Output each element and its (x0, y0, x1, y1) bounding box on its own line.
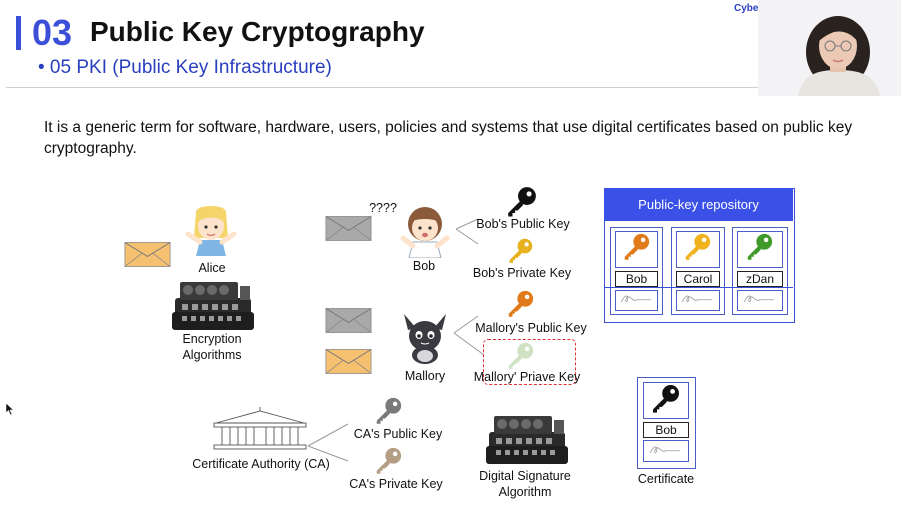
repository-name-carol: Carol (676, 271, 720, 287)
repository-signature-carol (680, 293, 714, 305)
certificate-signature (648, 444, 682, 456)
mallory-label: Mallory (404, 369, 446, 383)
mallory-envelope-orange (325, 349, 372, 374)
ca-private-key-label: CA's Private Key (349, 477, 443, 491)
bob-avatar (400, 207, 450, 258)
bob-private-key-label: Bob's Private Key (472, 266, 572, 280)
question-marks: ???? (369, 201, 397, 215)
alice-label: Alice (198, 261, 226, 275)
encryption-label-line2: Algorithms (182, 347, 242, 362)
ca-public-key-icon (373, 396, 403, 426)
bob-public-key-label: Bob's Public Key (476, 217, 570, 231)
repository-key-icon-carol (682, 232, 712, 262)
bob-private-key-icon (506, 237, 534, 265)
certificate-label: Certificate (637, 472, 695, 486)
certificate-authority-label: Certificate Authority (CA) (192, 457, 330, 471)
certificate-authority-building (213, 407, 307, 450)
mallory-public-key-label: Mallory's Public Key (475, 321, 587, 335)
alice-envelope (124, 242, 171, 267)
mallory-private-key-icon (505, 341, 535, 371)
mallory-private-key-label: Mallory' Priave Key (473, 370, 581, 384)
encryption-machine (170, 276, 256, 334)
bob-envelope (325, 216, 372, 241)
repository-separator (604, 287, 793, 288)
mallory-envelope-gray (325, 308, 372, 333)
mallory-avatar (404, 314, 446, 364)
encryption-label: Encryption Algorithms (162, 332, 262, 363)
mouse-cursor-icon (5, 402, 15, 416)
signature-label: Digital Signature Algorithm (466, 468, 584, 500)
repository-name-zdan: zDan (737, 271, 783, 287)
ca-public-key-label: CA's Public Key (353, 427, 443, 441)
mallory-public-key-icon (505, 289, 535, 319)
certificate-key-icon (649, 383, 681, 415)
repository-signature-bob (619, 293, 653, 305)
bob-public-key-icon (504, 185, 538, 219)
repository-title: Public-key repository (604, 188, 793, 221)
repository-name-bob: Bob (615, 271, 658, 287)
alice-avatar (185, 206, 237, 256)
repository-signature-zdan (742, 293, 776, 305)
repository-key-icon-zdan (744, 232, 774, 262)
signature-machine (484, 410, 570, 468)
signature-label-line1: Digital Signature (479, 469, 571, 483)
repository-key-icon-bob (621, 232, 651, 262)
bob-label: Bob (412, 259, 436, 273)
ca-private-key-icon (373, 446, 403, 476)
signature-label-line2: Algorithm (498, 485, 552, 499)
certificate-name: Bob (643, 422, 689, 438)
encryption-label-line1: Encryption (182, 332, 242, 346)
